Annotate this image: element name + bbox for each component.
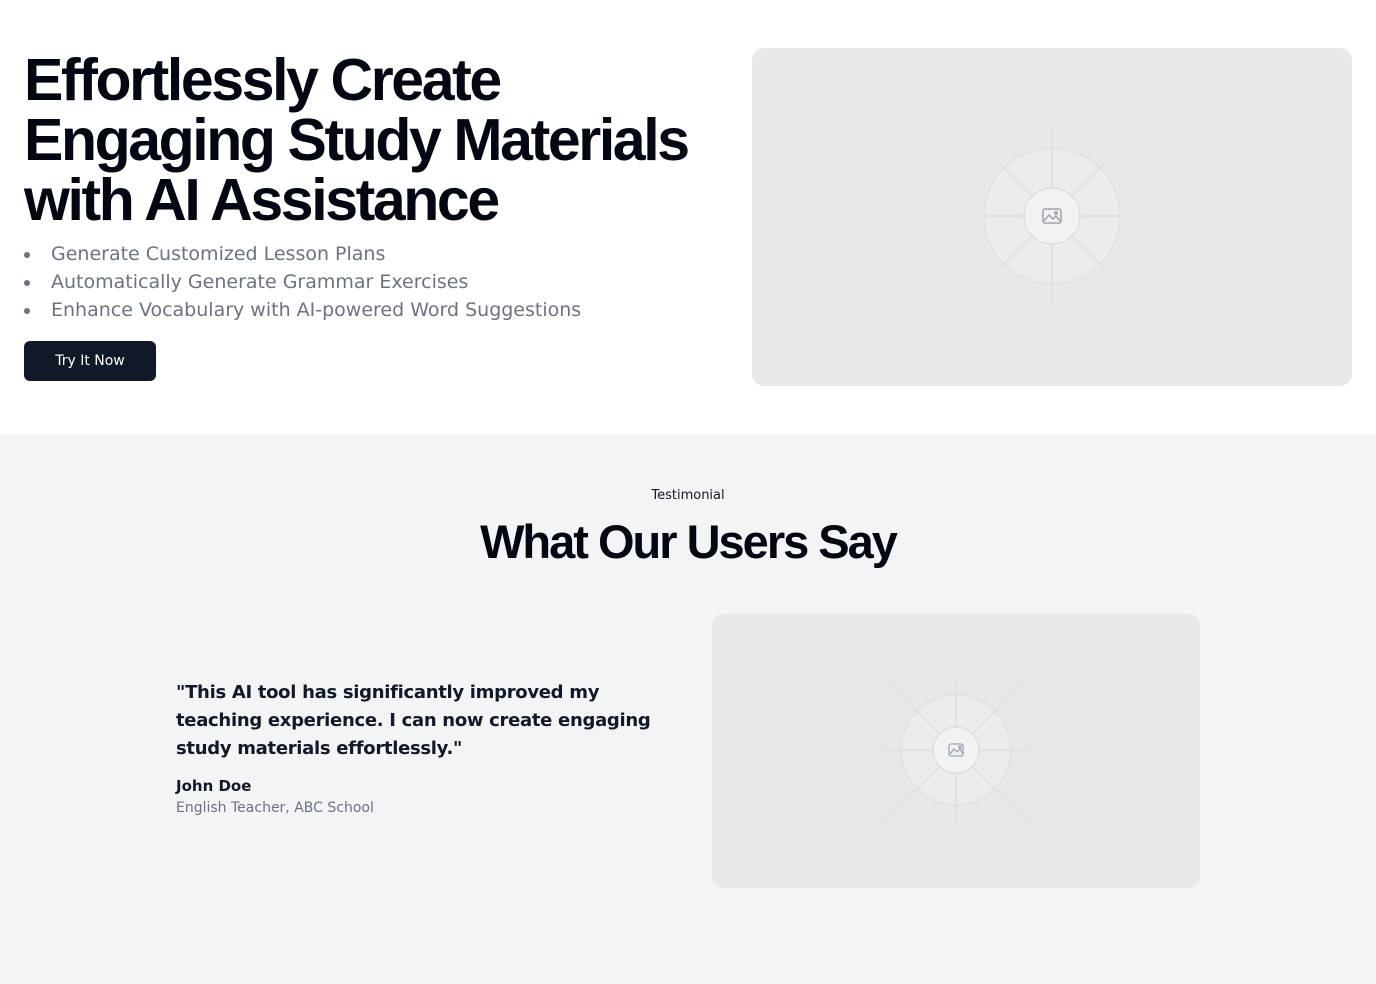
section-title: What Our Users Say (480, 515, 898, 568)
try-it-now-button[interactable]: Try It Now (24, 341, 156, 381)
hero-section: Effortlessly Create Engaging Study Mater… (0, 0, 1376, 434)
hero-title: Effortlessly Create Engaging Study Mater… (24, 50, 724, 230)
feature-item: Generate Customized Lesson Plans (24, 240, 724, 268)
image-placeholder-graphic (881, 675, 1031, 825)
hero-title-line: Engaging Study Materials (24, 107, 690, 173)
testimonial-quote: "This AI tool has significantly improved… (176, 682, 651, 759)
feature-item: Automatically Generate Grammar Exercises (24, 268, 724, 296)
hero-image-placeholder (752, 48, 1352, 386)
testimonial-author: John Doe (176, 777, 252, 795)
testimonial-section: Testimonial What Our Users Say "This AI … (0, 434, 1376, 984)
hero-title-line: with AI Assistance (24, 167, 500, 233)
image-placeholder-graphic (961, 125, 1143, 307)
testimonial-author-role: English Teacher, ABC School (176, 800, 374, 816)
testimonial-content: "This AI tool has significantly improved… (176, 679, 656, 818)
hero-title-line: Effortlessly Create (24, 47, 502, 113)
testimonial-image-placeholder (712, 614, 1200, 888)
feature-item: Enhance Vocabulary with AI-powered Word … (24, 296, 724, 324)
section-eyebrow: Testimonial (651, 488, 725, 503)
feature-list: Generate Customized Lesson Plans Automat… (24, 240, 724, 324)
hero-content: Effortlessly Create Engaging Study Mater… (24, 50, 724, 381)
